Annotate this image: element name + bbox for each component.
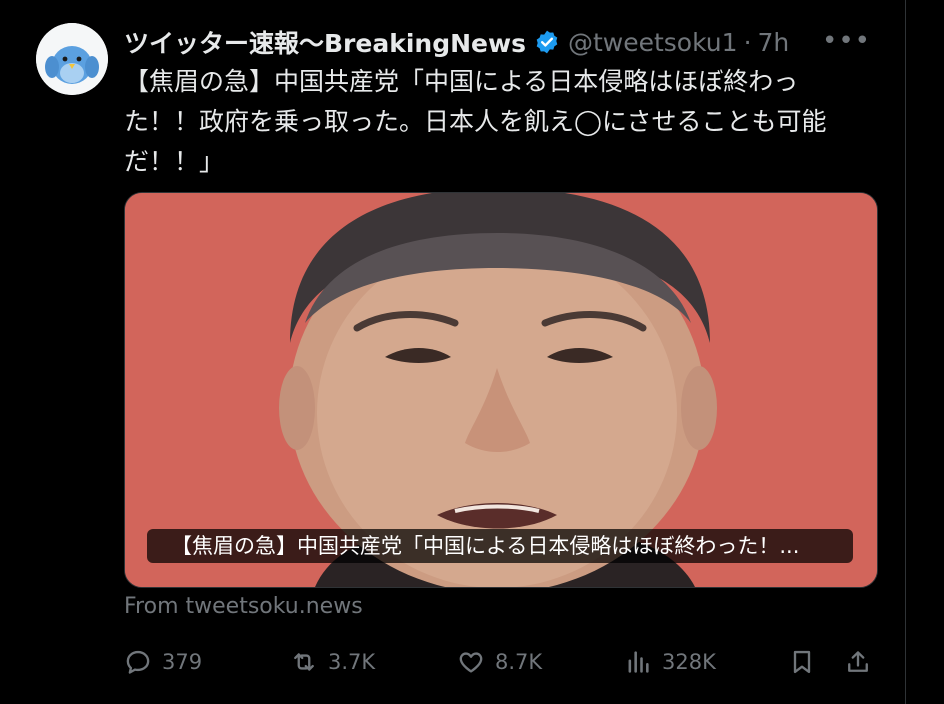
reply-icon: [126, 650, 150, 674]
like-icon: [459, 652, 483, 673]
tweet-header: ツイッター速報〜BreakingNews @tweetsoku1 · 7h ••…: [124, 24, 875, 60]
bird-avatar-icon: [36, 23, 108, 95]
more-icon[interactable]: •••: [822, 26, 871, 56]
tweet-text: 【焦眉の急】中国共産党「中国による日本侵略はほぼ終わった！！政府を乗っ取った。日…: [124, 67, 827, 176]
card-image: [125, 193, 877, 587]
repost-icon: [294, 653, 314, 671]
repost-button[interactable]: 3.7K: [290, 642, 375, 682]
share-button[interactable]: [844, 642, 872, 682]
display-name[interactable]: ツイッター速報〜BreakingNews: [124, 24, 526, 60]
separator-dot: ·: [743, 27, 752, 57]
verified-badge-icon: [534, 29, 560, 55]
card-caption: 【焦眉の急】中国共産党「中国による日本侵略はほぼ終わった！...: [147, 529, 853, 563]
repost-count: 3.7K: [328, 650, 376, 674]
views-icon: [628, 651, 649, 673]
bookmark-button[interactable]: [788, 642, 816, 682]
card-source[interactable]: From tweetsoku.news: [124, 594, 363, 619]
tweet-card[interactable]: ツイッター速報〜BreakingNews @tweetsoku1 · 7h ••…: [0, 0, 906, 704]
reply-button[interactable]: 379: [124, 642, 202, 682]
action-bar: 379 3.7K 8.7K 328K: [124, 642, 876, 682]
like-count: 8.7K: [495, 650, 543, 674]
link-card[interactable]: 【焦眉の急】中国共産党「中国による日本侵略はほぼ終わった！...: [124, 192, 878, 588]
like-button[interactable]: 8.7K: [457, 642, 542, 682]
reply-count: 379: [162, 650, 203, 674]
share-icon: [848, 651, 868, 672]
handle[interactable]: @tweetsoku1: [568, 28, 738, 57]
avatar[interactable]: [36, 23, 108, 95]
bookmark-icon: [793, 650, 811, 674]
timestamp[interactable]: 7h: [758, 28, 790, 57]
views-count: 328K: [662, 650, 716, 674]
views-button[interactable]: 328K: [624, 642, 716, 682]
